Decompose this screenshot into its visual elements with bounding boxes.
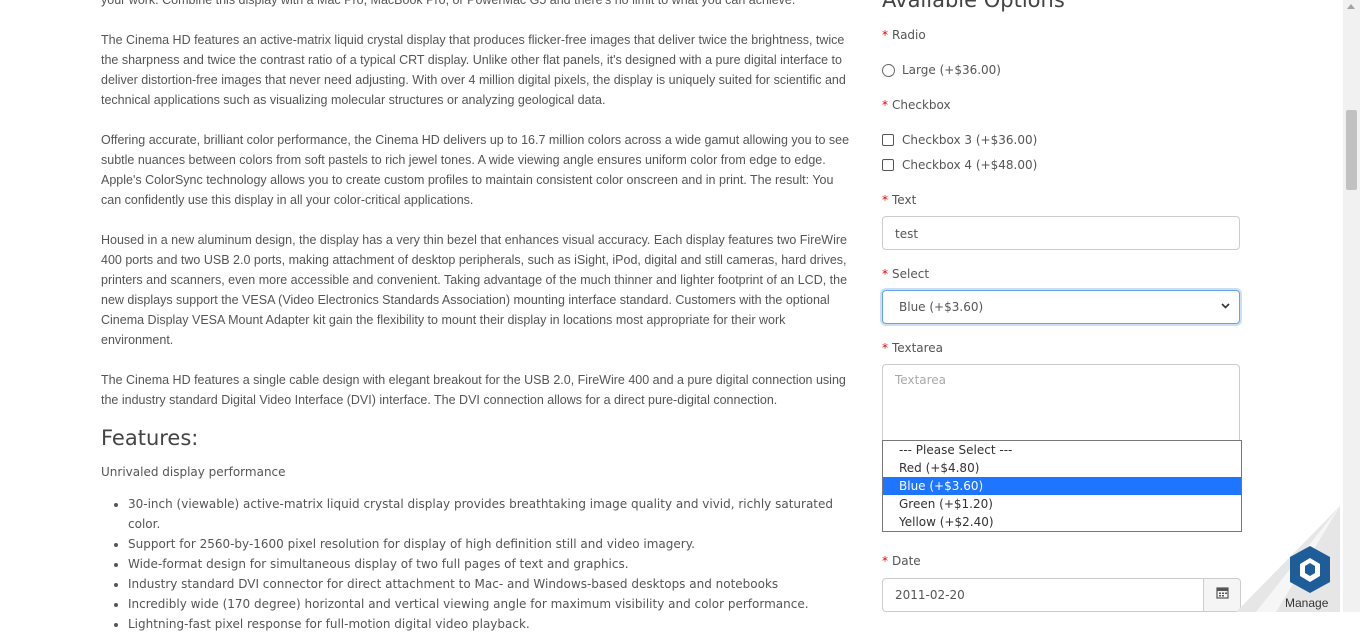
select-option[interactable]: Red (+$4.80) bbox=[883, 459, 1241, 477]
textarea-input[interactable]: Textarea bbox=[882, 364, 1240, 444]
description-partial-line: your work. Combine this display with a M… bbox=[101, 0, 796, 7]
chevron-down-icon bbox=[1220, 300, 1231, 314]
select-option[interactable]: Yellow (+$2.40) bbox=[883, 513, 1241, 531]
radio-label: * Radio bbox=[882, 28, 926, 42]
text-label: * Text bbox=[882, 193, 917, 207]
required-mark: * bbox=[882, 98, 888, 112]
required-mark: * bbox=[882, 341, 888, 355]
required-mark: * bbox=[882, 267, 888, 281]
date-input[interactable]: 2011-02-20 bbox=[882, 578, 1204, 612]
select-option-selected[interactable]: Blue (+$3.60) bbox=[883, 477, 1241, 495]
radio-option-large[interactable]: Large (+$36.00) bbox=[882, 63, 1001, 77]
textarea-label: * Textarea bbox=[882, 341, 944, 355]
checkbox-option-3[interactable]: Checkbox 3 (+$36.00) bbox=[882, 133, 1037, 147]
feature-item: Lightning-fast pixel response for full-m… bbox=[128, 614, 853, 634]
feature-item: Industry standard DVI connector for dire… bbox=[128, 574, 853, 594]
features-heading: Features: bbox=[101, 426, 199, 450]
feature-item: 30-inch (viewable) active-matrix liquid … bbox=[128, 494, 853, 534]
select-option[interactable]: --- Please Select --- bbox=[883, 441, 1241, 459]
radio-button[interactable] bbox=[882, 63, 895, 77]
checkbox-label: * Checkbox bbox=[882, 98, 951, 112]
feature-item: Incredibly wide (170 degree) horizontal … bbox=[128, 594, 853, 614]
page-scrollbar[interactable] bbox=[1343, 0, 1360, 612]
calendar-icon bbox=[1215, 586, 1229, 604]
scroll-up-arrow-icon[interactable] bbox=[1347, 4, 1355, 9]
checkbox[interactable] bbox=[882, 159, 894, 171]
features-list: 30-inch (viewable) active-matrix liquid … bbox=[101, 494, 853, 634]
required-mark: * bbox=[882, 554, 888, 568]
checkbox-option-label: Checkbox 4 (+$48.00) bbox=[902, 158, 1038, 172]
feature-item: Support for 2560-by-1600 pixel resolutio… bbox=[128, 534, 853, 554]
manage-label[interactable]: Manage bbox=[1285, 596, 1328, 610]
checkbox-option-label: Checkbox 3 (+$36.00) bbox=[902, 133, 1038, 147]
select-option[interactable]: Green (+$1.20) bbox=[883, 495, 1241, 513]
date-label: * Date bbox=[882, 554, 921, 568]
checkbox-option-4[interactable]: Checkbox 4 (+$48.00) bbox=[882, 158, 1037, 172]
feature-item: Wide-format design for simultaneous disp… bbox=[128, 554, 853, 574]
description-paragraph-2: Offering accurate, brilliant color perfo… bbox=[101, 133, 850, 207]
radio-option-label: Large (+$36.00) bbox=[902, 63, 1001, 77]
text-input[interactable]: test bbox=[882, 216, 1240, 250]
select-dropdown[interactable]: Blue (+$3.60) bbox=[882, 290, 1240, 324]
features-subtitle: Unrivaled display performance bbox=[101, 465, 286, 479]
description-paragraph-3: Housed in a new aluminum design, the dis… bbox=[101, 233, 848, 347]
options-heading: Available Options bbox=[882, 0, 1065, 12]
description-paragraph-1: The Cinema HD features an active-matrix … bbox=[101, 33, 846, 107]
select-label: * Select bbox=[882, 267, 930, 281]
checkbox[interactable] bbox=[882, 134, 894, 146]
scrollbar-thumb[interactable] bbox=[1346, 110, 1357, 190]
select-options-list[interactable]: --- Please Select --- Red (+$4.80) Blue … bbox=[882, 440, 1242, 532]
select-value: Blue (+$3.60) bbox=[899, 300, 984, 314]
required-mark: * bbox=[882, 193, 888, 207]
description-paragraph-4: The Cinema HD features a single cable de… bbox=[101, 373, 846, 407]
required-mark: * bbox=[882, 28, 888, 42]
